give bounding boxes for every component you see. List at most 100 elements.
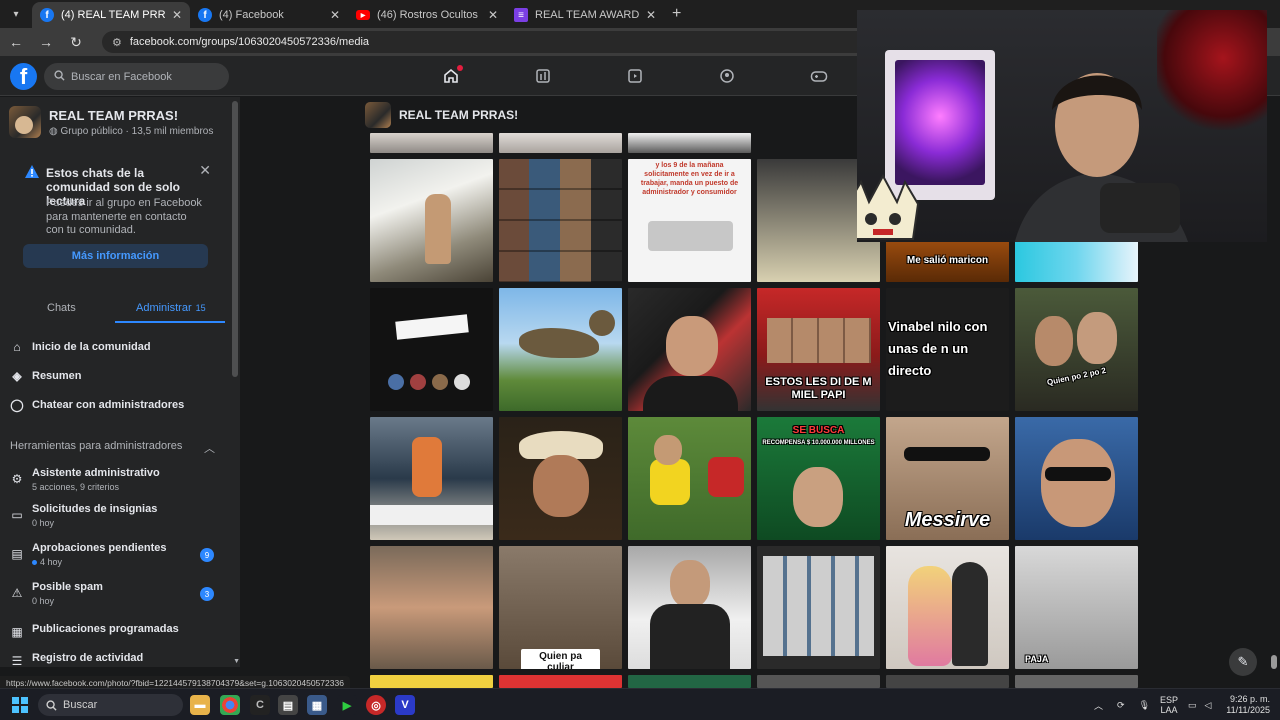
tab-administrar[interactable]: Administrar 15	[136, 302, 206, 314]
media-tile[interactable]	[628, 675, 751, 688]
new-tab-button[interactable]: +	[672, 5, 681, 23]
video-icon[interactable]	[626, 67, 644, 85]
browser-tab-4[interactable]: ≡ REAL TEAM AWARDS (Pre-nom ✕	[506, 2, 664, 28]
media-tile[interactable]	[1015, 241, 1138, 282]
sidebar-scrollbar[interactable]	[232, 101, 238, 377]
group-avatar[interactable]	[365, 102, 391, 128]
tool-insignias[interactable]: ▭ Solicitudes de insignias 0 hoy	[10, 503, 220, 528]
media-tile[interactable]	[1015, 675, 1138, 688]
browser-tab-2[interactable]: f (4) Facebook ✕	[190, 2, 348, 28]
tab-search-button[interactable]: ▾	[4, 3, 28, 25]
media-tile[interactable]	[757, 546, 880, 669]
media-tile[interactable]: Quien po 2 po 2	[1015, 288, 1138, 411]
compose-icon[interactable]: ✎	[1229, 648, 1257, 676]
obs-icon[interactable]: ◎	[366, 695, 386, 715]
calculator-icon[interactable]: ▦	[307, 695, 327, 715]
tool-spam[interactable]: ⚠ Posible spam 0 hoy 3	[10, 581, 220, 606]
facebook-logo-icon[interactable]: f	[10, 63, 37, 90]
url-field[interactable]: ⚙ facebook.com/groups/1063020450572336/m…	[102, 31, 882, 53]
media-tile[interactable]	[628, 417, 751, 540]
network-icon[interactable]: ▭	[1188, 700, 1197, 711]
media-tile[interactable]	[370, 133, 493, 153]
media-tile[interactable]	[499, 159, 622, 282]
media-tile[interactable]	[499, 675, 622, 688]
screen: ▾ f (4) REAL TEAM PRRAS! | Facebo ✕ f (4…	[0, 0, 1280, 720]
group-title[interactable]: REAL TEAM PRRAS!	[399, 108, 518, 122]
media-tile[interactable]	[886, 546, 1009, 669]
notepad-icon[interactable]: ▤	[278, 695, 298, 715]
facebook-search[interactable]	[44, 63, 229, 90]
media-tile[interactable]: ESTOS LES DI DE M MIEL PAPI	[757, 288, 880, 411]
tool-title: Posible spam	[32, 581, 103, 593]
forward-icon[interactable]: →	[38, 34, 54, 50]
media-tile[interactable]	[628, 288, 751, 411]
volume-icon[interactable]: ◁	[1205, 700, 1212, 711]
chrome-icon[interactable]	[220, 695, 240, 715]
media-tile[interactable]: PAJA	[1015, 546, 1138, 669]
language-indicator[interactable]: ESP LAA	[1160, 689, 1178, 720]
play-icon[interactable]: ▶	[337, 695, 357, 715]
menu-item-resumen[interactable]: ◈ Resumen	[10, 369, 81, 383]
tool-registro[interactable]: ☰ Registro de actividad	[10, 649, 220, 667]
media-tile[interactable]	[886, 675, 1009, 688]
tool-programadas[interactable]: ▦ Publicaciones programadas	[10, 620, 220, 639]
site-info-icon[interactable]: ⚙	[112, 36, 122, 49]
media-tile[interactable]: SE BUSCA RECOMPENSA $ 10.000.000 MILLONE…	[757, 417, 880, 540]
menu-item-inicio[interactable]: ⌂ Inicio de la comunidad	[10, 340, 150, 354]
media-tile[interactable]: y los 9 de la mañana solicitamente en ve…	[628, 159, 751, 282]
clock[interactable]: 9:26 p. m. 11/11/2025	[1222, 689, 1270, 720]
media-tile[interactable]	[1015, 417, 1138, 540]
media-tile[interactable]	[499, 288, 622, 411]
media-tile[interactable]: Messirve	[886, 417, 1009, 540]
media-tile[interactable]: Vinabel nilo con unas de n un directo	[886, 288, 1009, 411]
media-tile[interactable]	[499, 417, 622, 540]
tile-caption: y los 9 de la mañana solicitamente en ve…	[640, 162, 739, 196]
media-tile[interactable]	[370, 675, 493, 688]
search-input[interactable]	[71, 70, 219, 83]
gaming-icon[interactable]	[810, 67, 828, 85]
browser-tab-1[interactable]: f (4) REAL TEAM PRRAS! | Facebo ✕	[32, 2, 190, 28]
admin-tools-header[interactable]: Herramientas para administradores ︿	[10, 440, 215, 456]
sync-icon[interactable]: ⟳	[1117, 700, 1125, 711]
media-tile[interactable]	[370, 417, 493, 540]
chevron-up-icon[interactable]: ︿	[1094, 699, 1103, 712]
media-tile[interactable]	[370, 546, 493, 669]
tool-asistente[interactable]: ⚙ Asistente administrativo 5 acciones, 9 …	[10, 467, 220, 492]
feeds-icon[interactable]	[534, 67, 552, 85]
groups-icon[interactable]	[718, 67, 736, 85]
media-tile[interactable]	[628, 133, 751, 153]
taskbar-search[interactable]: Buscar	[38, 694, 183, 716]
forms-icon: ≡	[514, 8, 528, 22]
media-tile[interactable]	[628, 546, 751, 669]
close-icon[interactable]: ✕	[330, 8, 340, 22]
windows-start-icon[interactable]	[12, 697, 28, 713]
file-explorer-icon[interactable]: ▬	[190, 695, 210, 715]
media-tile[interactable]: Quien pa culiar	[499, 546, 622, 669]
tab-chats[interactable]: Chats	[47, 302, 76, 314]
home-icon[interactable]	[442, 65, 463, 85]
group-header[interactable]: REAL TEAM PRRAS! ◍ Grupo público · 13,5 …	[9, 106, 213, 138]
app-c-icon[interactable]: C	[250, 695, 270, 715]
tool-title: Aprobaciones pendientes	[32, 542, 167, 554]
media-tile[interactable]	[757, 675, 880, 688]
app-v-icon[interactable]: V	[395, 695, 415, 715]
browser-tab-3[interactable]: ▶ (46) Rostros Ocultos En Shows ✕	[348, 2, 506, 28]
back-icon[interactable]: ←	[8, 34, 24, 50]
close-icon[interactable]: ✕	[172, 8, 182, 22]
close-icon[interactable]: ✕	[646, 8, 656, 22]
media-tile[interactable]	[370, 159, 493, 282]
tile-caption: Quien pa culiar	[521, 649, 600, 669]
reload-icon[interactable]: ↻	[68, 34, 84, 51]
tool-aprobaciones[interactable]: ▤ Aprobaciones pendientes 4 hoy 9	[10, 542, 220, 567]
menu-item-chatear[interactable]: ◯ Chatear con administradores	[10, 398, 184, 412]
taskbar: Buscar ▬ C ▤ ▦ ▶ ◎ V ︿ ⟳ 🎙 ESP LAA ▭ ◁ 9…	[0, 688, 1280, 720]
close-icon[interactable]: ✕	[488, 8, 498, 22]
page-scrollbar[interactable]	[1271, 655, 1277, 669]
warning-icon	[25, 165, 39, 178]
scroll-down-icon[interactable]: ▼	[233, 658, 240, 665]
media-tile[interactable]	[499, 133, 622, 153]
close-icon[interactable]: ✕	[199, 162, 211, 179]
microphone-icon[interactable]: 🎙	[1139, 700, 1150, 711]
media-tile[interactable]	[370, 288, 493, 411]
more-info-button[interactable]: Más información	[23, 244, 208, 268]
